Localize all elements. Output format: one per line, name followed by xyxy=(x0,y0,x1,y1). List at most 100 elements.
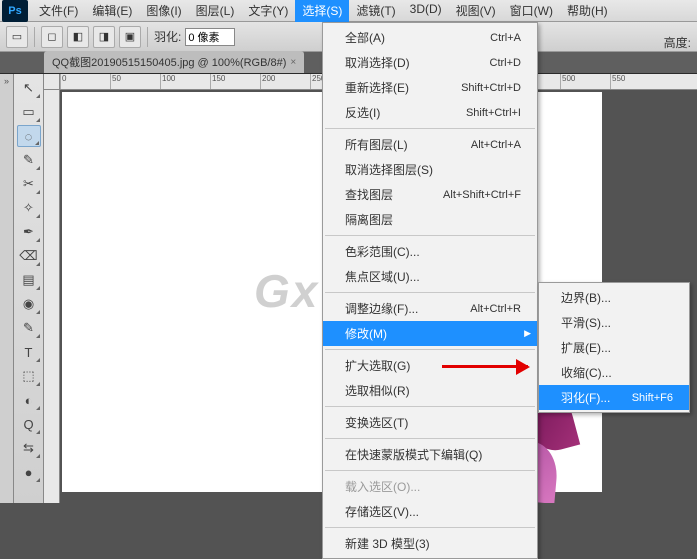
submenu-item[interactable]: 平滑(S)... xyxy=(539,310,689,335)
tool-8[interactable]: ▤ xyxy=(17,269,41,291)
menubar-item-1[interactable]: 编辑(E) xyxy=(85,0,139,22)
menu-item[interactable]: 色彩范围(C)... xyxy=(323,239,537,264)
tool-13[interactable]: ◐ xyxy=(17,389,41,411)
menubar-item-2[interactable]: 图像(I) xyxy=(139,0,188,22)
menu-item-shortcut: Alt+Ctrl+R xyxy=(470,303,521,315)
tool-16[interactable]: ● xyxy=(17,461,41,483)
document-tab[interactable]: QQ截图20190515150405.jpg @ 100%(RGB/8#) × xyxy=(44,51,304,73)
menu-item-label: 查找图层 xyxy=(345,186,393,203)
submenu-item[interactable]: 边界(B)... xyxy=(539,285,689,310)
menu-item[interactable]: 扩大选取(G) xyxy=(323,353,537,378)
menu-item-label: 隔离图层 xyxy=(345,211,393,228)
close-icon[interactable]: × xyxy=(290,57,296,68)
menu-item[interactable]: 变换选区(T) xyxy=(323,410,537,435)
feather-label: 羽化: xyxy=(154,28,181,45)
tool-15[interactable]: ⇆ xyxy=(17,437,41,459)
height-label: 高度: xyxy=(664,34,691,51)
intersect-selection-icon[interactable]: ▣ xyxy=(119,26,141,48)
tool-1[interactable]: ▭ xyxy=(17,101,41,123)
menu-item-shortcut: Alt+Ctrl+A xyxy=(471,139,521,151)
menu-item[interactable]: 隔离图层 xyxy=(323,207,537,232)
menubar: Ps 文件(F)编辑(E)图像(I)图层(L)文字(Y)选择(S)滤镜(T)3D… xyxy=(0,0,697,22)
menubar-item-10[interactable]: 帮助(H) xyxy=(560,0,615,22)
chevron-right-icon[interactable]: » xyxy=(0,74,13,86)
tool-3[interactable]: ✎ xyxy=(17,149,41,171)
submenu-item[interactable]: 收缩(C)... xyxy=(539,360,689,385)
menu-item-shortcut: Shift+Ctrl+I xyxy=(466,107,521,119)
new-selection-icon[interactable]: ◻ xyxy=(41,26,63,48)
menu-item-label: 存储选区(V)... xyxy=(345,503,419,520)
menubar-item-7[interactable]: 3D(D) xyxy=(403,0,449,22)
ps-logo: Ps xyxy=(2,0,28,22)
menu-separator xyxy=(325,438,535,439)
menu-item[interactable]: 焦点区域(U)... xyxy=(323,264,537,289)
menubar-item-6[interactable]: 滤镜(T) xyxy=(349,0,402,22)
menu-item-label: 全部(A) xyxy=(345,29,385,46)
menu-item[interactable]: 取消选择图层(S) xyxy=(323,157,537,182)
menu-item-label: 取消选择(D) xyxy=(345,54,410,71)
tool-palette: ↖▭◌✎✂✧✒⌫▤◉✎T⬚◐Q⇆● xyxy=(14,74,44,503)
menu-item[interactable]: 选取相似(R) xyxy=(323,378,537,403)
menu-item-label: 反选(I) xyxy=(345,104,380,121)
menu-item[interactable]: 反选(I) Shift+Ctrl+I xyxy=(323,100,537,125)
menu-separator xyxy=(325,235,535,236)
menubar-item-0[interactable]: 文件(F) xyxy=(32,0,85,22)
tool-11[interactable]: T xyxy=(17,341,41,363)
feather-input[interactable] xyxy=(185,28,235,46)
tool-7[interactable]: ⌫ xyxy=(17,245,41,267)
menu-item-label: 色彩范围(C)... xyxy=(345,243,420,260)
menu-separator xyxy=(325,349,535,350)
tool-0[interactable]: ↖ xyxy=(17,77,41,99)
tool-10[interactable]: ✎ xyxy=(17,317,41,339)
menu-item[interactable]: 所有图层(L)Alt+Ctrl+A xyxy=(323,132,537,157)
menu-item[interactable]: 修改(M) ▶ xyxy=(323,321,537,346)
menu-item-label: 调整边缘(F)... xyxy=(345,300,418,317)
submenu-item-label: 扩展(E)... xyxy=(561,339,611,356)
menu-separator xyxy=(325,128,535,129)
menu-item[interactable]: 全部(A)Ctrl+A xyxy=(323,25,537,50)
submenu-item[interactable]: 扩展(E)... xyxy=(539,335,689,360)
menu-item-label: 选取相似(R) xyxy=(345,382,410,399)
menubar-item-4[interactable]: 文字(Y) xyxy=(241,0,295,22)
submenu-item-shortcut: Shift+F6 xyxy=(632,392,673,404)
menu-item-label: 修改(M) xyxy=(345,325,387,342)
menu-item-label: 新建 3D 模型(3) xyxy=(345,535,430,552)
add-selection-icon[interactable]: ◧ xyxy=(67,26,89,48)
submenu-item[interactable]: 羽化(F)...Shift+F6 xyxy=(539,385,689,410)
menu-item[interactable]: 重新选择(E)Shift+Ctrl+D xyxy=(323,75,537,100)
menu-item[interactable]: 取消选择(D) Ctrl+D xyxy=(323,50,537,75)
menu-item[interactable]: 调整边缘(F)... Alt+Ctrl+R xyxy=(323,296,537,321)
submenu-item-label: 收缩(C)... xyxy=(561,364,612,381)
menubar-item-5[interactable]: 选择(S) xyxy=(295,0,349,22)
tool-6[interactable]: ✒ xyxy=(17,221,41,243)
menu-separator xyxy=(325,292,535,293)
dock-left: » xyxy=(0,74,14,503)
selection-mode-icon[interactable]: ▭ xyxy=(6,26,28,48)
menu-separator xyxy=(325,470,535,471)
submenu-arrow-icon: ▶ xyxy=(524,328,531,339)
menu-item-label: 在快速蒙版模式下编辑(Q) xyxy=(345,446,482,463)
menu-separator xyxy=(325,406,535,407)
menu-item-label: 重新选择(E) xyxy=(345,79,409,96)
menu-item-label: 扩大选取(G) xyxy=(345,357,410,374)
tool-4[interactable]: ✂ xyxy=(17,173,41,195)
tool-2[interactable]: ◌ xyxy=(17,125,41,147)
ruler-vertical xyxy=(44,90,60,503)
menu-item-label: 变换选区(T) xyxy=(345,414,408,431)
menu-item: 载入选区(O)... xyxy=(323,474,537,499)
menu-item[interactable]: 在快速蒙版模式下编辑(Q) xyxy=(323,442,537,467)
subtract-selection-icon[interactable]: ◨ xyxy=(93,26,115,48)
tool-9[interactable]: ◉ xyxy=(17,293,41,315)
menu-item[interactable]: 新建 3D 模型(3) xyxy=(323,531,537,556)
menu-item-shortcut: Ctrl+D xyxy=(490,57,521,69)
tool-5[interactable]: ✧ xyxy=(17,197,41,219)
submenu-item-label: 边界(B)... xyxy=(561,289,611,306)
tab-title: QQ截图20190515150405.jpg @ 100%(RGB/8#) xyxy=(52,54,286,70)
tool-12[interactable]: ⬚ xyxy=(17,365,41,387)
menu-item[interactable]: 查找图层Alt+Shift+Ctrl+F xyxy=(323,182,537,207)
tool-14[interactable]: Q xyxy=(17,413,41,435)
menubar-item-3[interactable]: 图层(L) xyxy=(189,0,242,22)
submenu-item-label: 平滑(S)... xyxy=(561,314,611,331)
menubar-item-9[interactable]: 窗口(W) xyxy=(503,0,560,22)
menubar-item-8[interactable]: 视图(V) xyxy=(449,0,503,22)
